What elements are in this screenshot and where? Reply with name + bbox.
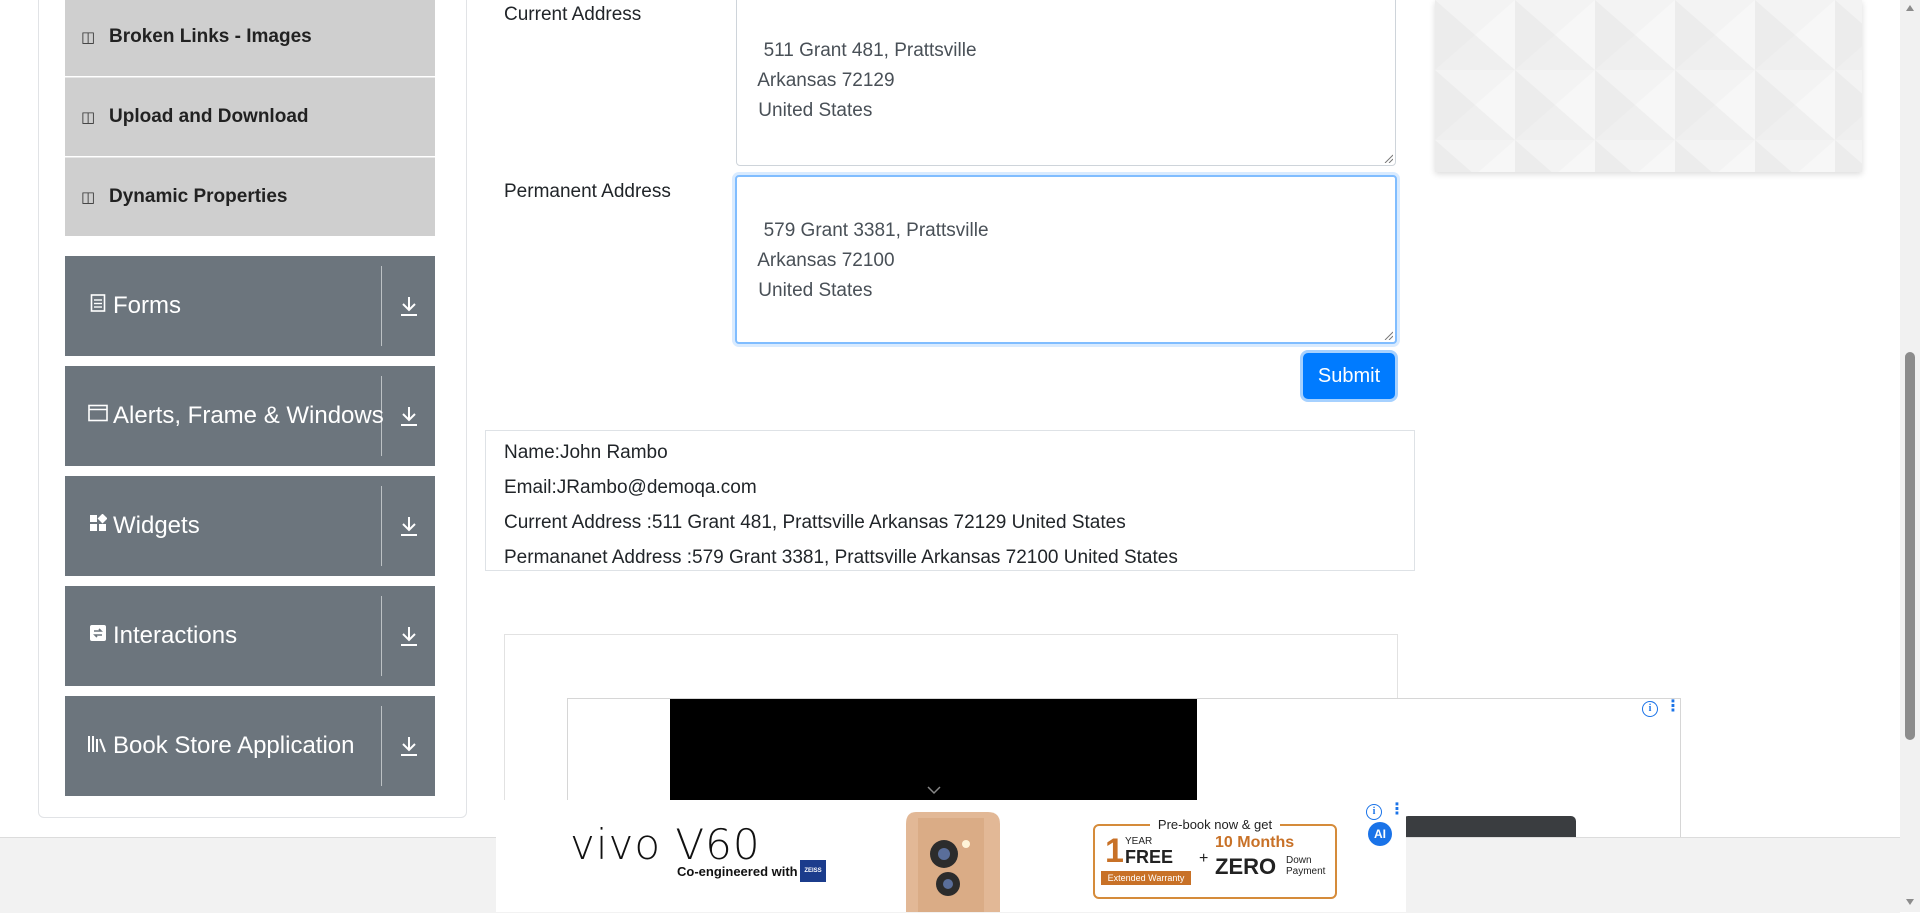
- ai-badge-icon[interactable]: AI: [1368, 822, 1392, 846]
- chevron-down-icon[interactable]: [926, 785, 942, 795]
- sidebar-item-label: Upload and Download: [109, 106, 309, 127]
- offer-free: FREE: [1125, 847, 1174, 867]
- window-icon: [85, 404, 111, 428]
- output-panel: Name:John Rambo Email:JRambo@demoqa.com …: [485, 430, 1415, 571]
- ad-brand: vivo V60: [570, 820, 761, 869]
- sidebar-item-broken-links[interactable]: ◫ Broken Links - Images: [65, 0, 435, 76]
- permanent-address-label: Permanent Address: [504, 181, 671, 202]
- resize-handle-icon[interactable]: [1383, 330, 1393, 340]
- triangle-pattern: [1435, 0, 1862, 172]
- offer-plus: +: [1199, 850, 1209, 867]
- download-arrow-icon[interactable]: [382, 696, 435, 796]
- offer-warranty: Extended Warranty: [1101, 871, 1191, 885]
- ad-options-icon[interactable]: ⋮: [1389, 802, 1405, 818]
- document-icon: [85, 294, 111, 318]
- ad-info-icon[interactable]: i: [1366, 804, 1382, 820]
- sidebar-group-forms[interactable]: Forms: [65, 256, 435, 356]
- sidebar-item-label: Broken Links - Images: [109, 26, 312, 47]
- download-arrow-icon[interactable]: [382, 256, 435, 356]
- sidebar-group-alerts[interactable]: Alerts, Frame & Windows: [65, 366, 435, 466]
- sidebar-item-dynamic-properties[interactable]: ◫ Dynamic Properties: [65, 157, 435, 236]
- resize-handle-icon[interactable]: [1383, 153, 1393, 163]
- books-icon: [85, 733, 111, 759]
- scrollbar-thumb[interactable]: [1905, 352, 1915, 740]
- current-address-text: 511 Grant 481, Prattsville Arkansas 7212…: [757, 40, 977, 121]
- sidebar-item-upload-download[interactable]: ◫ Upload and Download: [65, 77, 435, 156]
- interactions-icon: [85, 624, 111, 648]
- offer-down: Down: [1286, 855, 1312, 866]
- ad-headline: Pre-book now & get: [1149, 817, 1281, 832]
- offer-box: Pre-book now & get 1 YEAR FREE Extended …: [1093, 817, 1337, 899]
- output-name: Name:John Rambo: [504, 442, 668, 463]
- ad-overlay-bar: [1403, 816, 1576, 838]
- download-arrow-icon[interactable]: [382, 586, 435, 686]
- output-permanent-address: Permananet Address :579 Grant 3381, Prat…: [504, 547, 1178, 568]
- sidebar-item-label: Dynamic Properties: [109, 186, 288, 207]
- html5-icon: ◫: [81, 29, 96, 46]
- output-email: Email:JRambo@demoqa.com: [504, 477, 757, 498]
- widgets-icon: [85, 513, 111, 538]
- offer-zero: ZERO: [1215, 854, 1277, 879]
- sidebar-group-widgets[interactable]: Widgets: [65, 476, 435, 576]
- offer-months: 10 Months: [1215, 834, 1295, 851]
- permanent-address-text: 579 Grant 3381, Prattsville Arkansas 721…: [757, 220, 989, 301]
- download-arrow-icon[interactable]: [382, 476, 435, 576]
- submit-button[interactable]: Submit: [1303, 353, 1395, 399]
- scroll-up-arrow-icon[interactable]: [1905, 4, 1915, 12]
- bottom-banner-ad[interactable]: vivo V60 Co-engineered with ZEISS Pre-bo…: [496, 800, 1406, 912]
- ad-tagline: Co-engineered with: [677, 864, 798, 879]
- offer-payment: Payment: [1286, 866, 1326, 877]
- phone-image: [906, 812, 1000, 912]
- offer-year-unit: YEAR: [1125, 836, 1153, 847]
- offer-year-number: 1: [1105, 832, 1124, 870]
- video-ad[interactable]: [670, 699, 1197, 801]
- html5-icon: ◫: [81, 189, 96, 206]
- download-arrow-icon[interactable]: [382, 366, 435, 466]
- current-address-label: Current Address: [504, 4, 642, 25]
- sidebar-group-interactions[interactable]: Interactions: [65, 586, 435, 686]
- ad-info-icon[interactable]: i: [1642, 701, 1658, 717]
- banner-image: [1435, 0, 1862, 172]
- scroll-down-arrow-icon[interactable]: [1905, 898, 1915, 906]
- output-current-address: Current Address :511 Grant 481, Prattsvi…: [504, 512, 1126, 533]
- zeiss-logo: ZEISS: [800, 860, 826, 882]
- current-address-textarea[interactable]: 511 Grant 481, Prattsville Arkansas 7212…: [736, 0, 1396, 166]
- ad-options-icon[interactable]: ⋮: [1665, 699, 1681, 715]
- sidebar-group-book-store[interactable]: Book Store Application: [65, 696, 435, 796]
- html5-icon: ◫: [81, 109, 96, 126]
- permanent-address-textarea[interactable]: 579 Grant 3381, Prattsville Arkansas 721…: [735, 175, 1397, 344]
